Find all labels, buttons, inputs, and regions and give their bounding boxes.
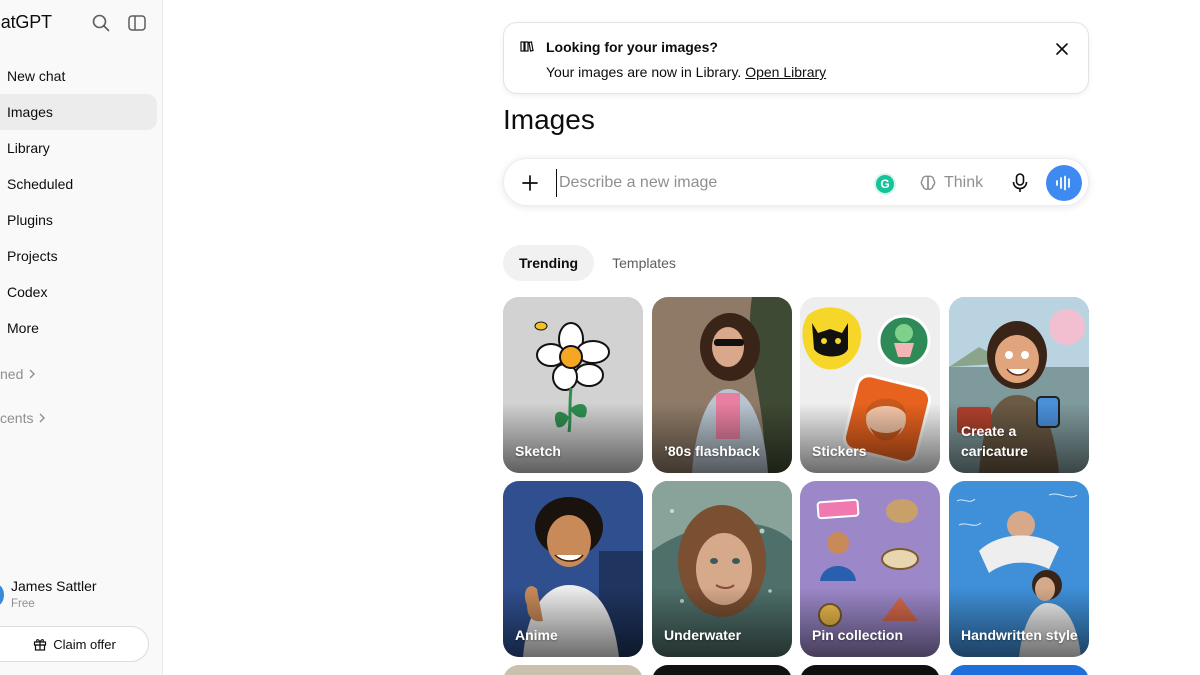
add-attachment-button[interactable] bbox=[518, 171, 542, 195]
style-card-partial[interactable] bbox=[652, 665, 792, 675]
user-name: James Sattler bbox=[11, 578, 97, 594]
sidebar-item-more[interactable]: More bbox=[0, 310, 157, 346]
style-card-partial[interactable] bbox=[800, 665, 940, 675]
sidebar-item-label: New chat bbox=[7, 68, 66, 84]
sidebar-item-label: Codex bbox=[7, 284, 48, 300]
style-card-anime[interactable]: Anime bbox=[503, 481, 643, 657]
app-window: hatGPT New chat Images Library Scheduled… bbox=[0, 0, 1200, 675]
image-prompt-composer: G Think bbox=[503, 158, 1089, 206]
sidebar-nav: New chat Images Library Scheduled Plugin… bbox=[0, 58, 162, 346]
sidebar-item-new-chat[interactable]: New chat bbox=[0, 58, 157, 94]
recents-section-label: cents bbox=[0, 410, 34, 426]
card-shade bbox=[503, 403, 643, 473]
sidebar-item-label: Scheduled bbox=[7, 176, 74, 192]
plus-icon bbox=[522, 175, 538, 191]
style-card-underwater[interactable]: Underwater bbox=[652, 481, 792, 657]
sidebar-item-library[interactable]: Library bbox=[0, 130, 157, 166]
card-shade bbox=[800, 403, 940, 473]
card-shade bbox=[800, 587, 940, 657]
claim-offer-label: Claim offer bbox=[53, 636, 116, 652]
search-icon[interactable] bbox=[90, 12, 112, 34]
recents-section-toggle[interactable]: cents bbox=[0, 410, 46, 426]
sidebar-item-projects[interactable]: Projects bbox=[0, 238, 157, 274]
prompt-input[interactable] bbox=[556, 169, 856, 197]
gift-icon bbox=[34, 639, 47, 651]
style-card-pin-collection[interactable]: Pin collection bbox=[800, 481, 940, 657]
pinned-section-toggle[interactable]: ned bbox=[0, 366, 36, 382]
style-card-label: Sketch bbox=[515, 443, 561, 459]
banner-message: Your images are now in Library. bbox=[546, 64, 742, 80]
user-plan: Free bbox=[11, 598, 35, 610]
sidebar: hatGPT New chat Images Library Scheduled… bbox=[0, 0, 163, 675]
tab-templates[interactable]: Templates bbox=[596, 245, 692, 281]
sidebar-item-label: Projects bbox=[7, 248, 58, 264]
chevron-right-icon bbox=[39, 413, 46, 423]
style-card-label: Create a caricature bbox=[961, 423, 1028, 459]
style-card-label: ’80s flashback bbox=[664, 443, 760, 459]
style-card-80s-flashback[interactable]: ’80s flashback bbox=[652, 297, 792, 473]
banner-title: Looking for your images? bbox=[546, 39, 718, 55]
sidebar-item-label: More bbox=[7, 320, 39, 336]
sidebar-item-codex[interactable]: Codex bbox=[0, 274, 157, 310]
tab-trending[interactable]: Trending bbox=[503, 245, 595, 281]
style-card-partial[interactable] bbox=[949, 665, 1089, 675]
style-card-label: Stickers bbox=[812, 443, 867, 459]
chevron-right-icon bbox=[29, 369, 36, 379]
voice-waveform-icon bbox=[1056, 175, 1070, 191]
user-profile[interactable]: James Sattler Free bbox=[0, 573, 160, 617]
sidebar-item-plugins[interactable]: Plugins bbox=[0, 202, 157, 238]
style-card-label: Handwritten style bbox=[961, 627, 1078, 643]
style-card-label: Anime bbox=[515, 627, 558, 643]
banner-text: Your images are now in Library. Open Lib… bbox=[546, 64, 826, 80]
style-card-label: Pin collection bbox=[812, 627, 904, 643]
open-library-link[interactable]: Open Library bbox=[745, 64, 826, 80]
brain-icon bbox=[920, 175, 936, 190]
pinned-section-label: ned bbox=[0, 366, 24, 382]
card-shade bbox=[503, 587, 643, 657]
card-shade bbox=[652, 587, 792, 657]
style-card-partial[interactable] bbox=[503, 665, 643, 675]
library-notice-banner: Looking for your images? Your images are… bbox=[503, 22, 1089, 94]
grammarly-icon[interactable]: G bbox=[876, 175, 894, 193]
page-title: Images bbox=[503, 104, 595, 135]
card-shade bbox=[949, 587, 1089, 657]
style-card-stickers[interactable]: Stickers bbox=[800, 297, 940, 473]
sidebar-item-label: Library bbox=[7, 140, 50, 156]
avatar bbox=[0, 584, 4, 606]
style-card-create-a-caricature[interactable]: Create a caricature bbox=[949, 297, 1089, 473]
think-label: Think bbox=[944, 174, 984, 191]
close-icon[interactable] bbox=[1054, 41, 1070, 57]
card-shade bbox=[652, 403, 792, 473]
sidebar-toggle-icon[interactable] bbox=[126, 12, 148, 34]
voice-mode-button[interactable] bbox=[1046, 165, 1082, 201]
style-card-label: Underwater bbox=[664, 627, 742, 643]
sidebar-item-images[interactable]: Images bbox=[0, 94, 157, 130]
sidebar-item-label: Images bbox=[7, 104, 53, 120]
app-title: hatGPT bbox=[0, 12, 52, 32]
microphone-icon[interactable] bbox=[1010, 172, 1030, 194]
library-icon bbox=[520, 41, 534, 52]
style-card-sketch[interactable]: Sketch bbox=[503, 297, 643, 473]
image-tabs: Trending Templates bbox=[503, 245, 692, 281]
sidebar-item-scheduled[interactable]: Scheduled bbox=[0, 166, 157, 202]
think-button[interactable]: Think bbox=[919, 171, 983, 195]
style-card-handwritten-style[interactable]: Handwritten style bbox=[949, 481, 1089, 657]
claim-offer-button[interactable]: Claim offer bbox=[0, 626, 149, 662]
sidebar-item-label: Plugins bbox=[7, 212, 53, 228]
